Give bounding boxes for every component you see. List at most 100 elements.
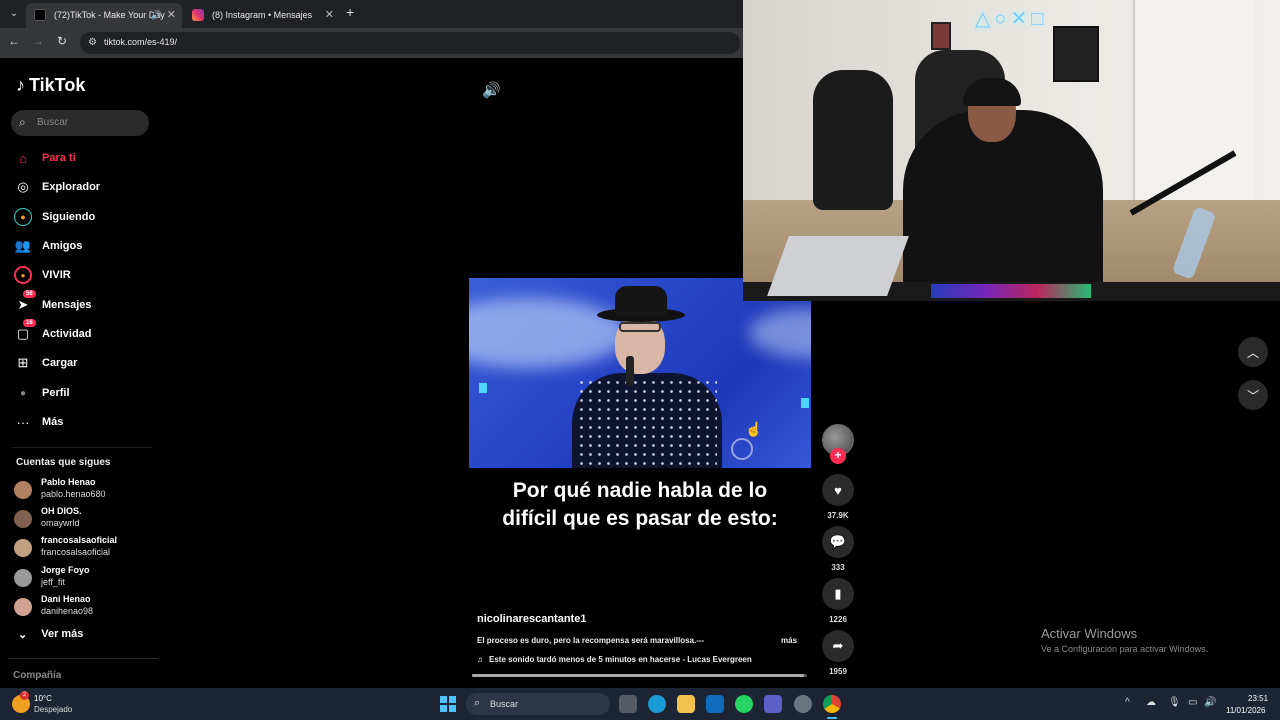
next-video-button[interactable]: ﹀ [1238,380,1268,410]
like-button[interactable]: ♥ [822,474,854,506]
active-app-indicator [827,717,837,719]
address-bar[interactable]: ⚙ tiktok.com/es-419/ [80,32,740,54]
activity-badge: 16 [23,319,36,327]
volume-icon[interactable]: 🔊 [482,81,501,99]
screen: ⌄ (72)TikTok - Make Your Day 🔊 ✕ (8) Ins… [0,0,1280,720]
following-icon: ● [14,208,32,226]
browser-chrome: ⌄ (72)TikTok - Make Your Day 🔊 ✕ (8) Ins… [0,0,743,58]
microphone-icon[interactable]: 🎙 [1168,697,1181,708]
url-text: tiktok.com/es-419/ [104,37,178,47]
new-tab-button[interactable]: + [346,4,354,20]
account-name: Jorge Foyo [41,565,90,575]
channel-watermark-icon [731,438,753,460]
video-author[interactable]: nicolinarescantante1 [477,613,586,625]
nav-perfil[interactable]: ● Perfil [14,382,154,404]
nav-mensajes[interactable]: ➤ 56 Mensajes [14,290,154,316]
following-account[interactable]: francosalsaoficial francosalsaoficial [14,535,154,561]
account-handle: omaywrld [41,518,80,528]
tab-tiktok[interactable]: (72)TikTok - Make Your Day 🔊 ✕ [26,3,182,28]
avatar [14,510,32,528]
following-account[interactable]: Pablo Henao pablo.henao680 [14,477,154,503]
comment-button[interactable]: 💬 [822,526,854,558]
chevron-down-icon: ﹀ [1246,388,1259,403]
nav-explorador[interactable]: ◎ Explorador [14,176,154,198]
tiktok-logo[interactable]: ♪ TikTok [16,75,85,96]
tab-search-icon[interactable]: ⌄ [6,6,22,22]
forward-icon[interactable]: → [30,34,46,48]
hat-crown [615,286,667,316]
following-account[interactable]: OH DIOS. omaywrld [14,506,154,532]
reload-icon[interactable]: ↻ [54,34,70,48]
save-count: 1226 [829,615,847,624]
outlook-icon[interactable] [706,695,724,713]
back-icon[interactable]: ← [6,34,22,48]
nav-label: Mensajes [42,299,92,311]
site-info-icon[interactable]: ⚙ [88,37,97,48]
profile-icon: ● [19,387,27,399]
search-icon: ⌕ [19,115,26,129]
more-button[interactable]: más [781,636,797,645]
nav-para-ti[interactable]: ⌂ Para ti [14,147,154,169]
volume-icon[interactable]: 🔊 [1204,697,1216,708]
search-placeholder: Buscar [37,117,69,128]
music-info[interactable]: ♫ Este sonido tardó menos de 5 minutos e… [477,655,752,664]
company-link[interactable]: Compañía [13,670,61,681]
account-name: francosalsaoficial [41,535,118,545]
music-note-icon: ♫ [477,655,483,664]
tiktok-favicon-icon [34,9,46,21]
teams-icon[interactable] [764,695,782,713]
chrome-icon[interactable] [823,695,841,713]
search-input[interactable]: ⌕ Buscar [11,110,149,136]
nav-label: Actividad [42,328,92,340]
cloud-icon[interactable]: ☁ [1146,697,1156,708]
close-icon[interactable]: ✕ [167,3,176,28]
clock-date[interactable]: 11/01/2026 [1226,706,1265,715]
weather-badge: 2 [20,691,29,700]
previous-video-button[interactable]: ︿ [1238,337,1268,367]
task-view-icon[interactable] [619,695,637,713]
speaker-icon[interactable]: 🔊 [151,3,162,28]
close-icon[interactable]: ✕ [325,3,334,28]
start-button[interactable] [440,696,456,712]
temperature[interactable]: 10°C [34,694,52,703]
webcam-overlay: △○✕□ [743,0,1280,301]
clock-time[interactable]: 23:51 [1248,694,1268,703]
nav-actividad[interactable]: ▢ 16 Actividad [14,319,154,345]
nav-amigos[interactable]: 👥 Amigos [14,235,154,257]
following-account[interactable]: Dani Henao danihenao98 [14,594,154,620]
nav-label: Siguiendo [42,211,96,223]
tab-instagram[interactable]: (8) Instagram • Mensajes ✕ [184,3,340,28]
comment-icon: 💬 [829,534,847,549]
video-player[interactable] [469,278,811,468]
see-more-button[interactable]: ⌄ Ver más [18,628,83,641]
save-button[interactable]: ▮ [822,578,854,610]
file-explorer-icon[interactable] [677,695,695,713]
video-progress-bar[interactable] [472,674,807,677]
nav-cargar[interactable]: ⊞ Cargar [14,352,154,374]
nav-mas[interactable]: ··· Más [14,411,154,433]
like-count: 37.9K [827,511,849,520]
avatar [14,598,32,616]
follow-plus-icon[interactable]: + [830,448,846,464]
following-account[interactable]: Jorge Foyo jeff_fit [14,565,154,591]
messages-icon: ➤ 56 [14,290,36,314]
tray-overflow-icon[interactable]: ^ [1125,697,1130,708]
avatar [14,569,32,587]
tab-title: (72)TikTok - Make Your Day [54,10,165,20]
network-icon[interactable]: ▭ [1188,697,1197,708]
weather-description[interactable]: Despejado [34,705,72,714]
taskbar: 2 10°C Despejado ⌕ Buscar ^ ☁ 🎙 ▭ 🔊 23:5… [0,688,1280,720]
nav-vivir[interactable]: ● VIVIR [14,264,154,286]
bookmark-icon: ▮ [834,586,842,601]
video-description: El proceso es duro, pero la recompensa s… [477,636,705,645]
windows-logo-icon [449,705,456,712]
settings-icon[interactable] [794,695,812,713]
edge-icon[interactable] [648,695,666,713]
taskbar-search[interactable]: ⌕ Buscar [466,693,610,715]
nav-siguiendo[interactable]: ● Siguiendo [14,206,154,228]
avatar [14,481,32,499]
chevron-down-icon: ⌄ [18,629,28,641]
share-button[interactable]: ➦ [822,630,854,662]
xbox-icon[interactable] [735,695,753,713]
microphone [626,356,634,386]
